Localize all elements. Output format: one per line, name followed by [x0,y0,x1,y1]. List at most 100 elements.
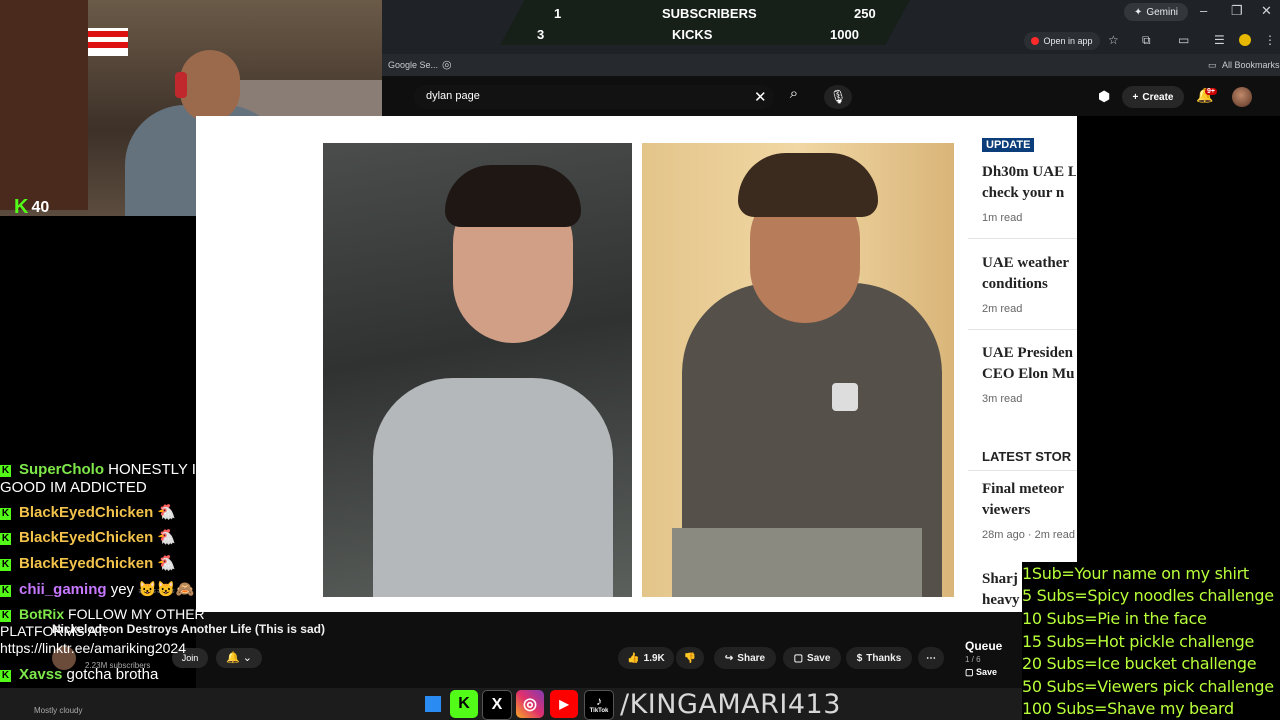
news-item[interactable]: UAE Presiden CEO Elon Mu 3m read [982,343,1077,405]
thanks-label: Thanks [866,652,902,664]
goal-current: 3 [537,27,545,42]
gemini-button[interactable]: ✦ Gemini [1124,3,1188,21]
goal-target: 1000 [830,27,859,42]
boy-shirt [373,378,613,597]
stream-goal-overlay: 1 SUBSCRIBERS 250 3 KICKS 1000 [500,0,910,45]
reading-list-icon[interactable]: ☰ [1214,33,1225,47]
challenge-item: 15 Subs=Hot pickle challenge [1022,632,1255,651]
thumbs-down-icon: 👎 [683,652,697,664]
chat-message: K SuperCholo HONESTLY IT IS SO GOOD IM AD… [0,461,258,497]
goal-label: SUBSCRIBERS [662,6,757,21]
news-item[interactable]: Final meteor viewers 28m ago · 2m read [982,479,1077,541]
queue-save-label: Save [976,667,998,677]
goal-current: 1 [554,6,562,21]
extensions-icon[interactable]: ⧉ [1142,33,1151,47]
update-badge: UPDATE [982,138,1035,152]
search-input[interactable]: dylan page ✕ [414,85,774,109]
challenge-item: 5 Subs=Spicy noodles challenge [1022,586,1274,605]
news-title: Dh30m UAE L [982,164,1076,180]
clear-search-icon[interactable]: ✕ [754,88,767,106]
queue-panel[interactable]: Queue 1 / 6 ▢ Save [955,630,1015,688]
boy-hair [445,165,581,227]
cast-tab-icon[interactable]: ▭ [1178,33,1189,47]
chat-username[interactable]: chii_gaming [19,581,107,598]
news-item[interactable]: UAE weather conditions 2m read [982,253,1077,315]
tiktok-label: TikTok [589,708,609,714]
save-playlist-icon: ▢ [793,652,804,664]
news-title: check your n [982,185,1065,201]
share-button[interactable]: ↪ Share [714,647,776,669]
all-bookmarks-link[interactable]: All Bookmarks [1222,60,1280,70]
create-button[interactable]: + Create [1122,86,1184,108]
news-meta: 1m read [982,212,1023,224]
share-label: Share [737,652,766,664]
folder-icon: ▭ [1208,60,1217,70]
kick-badge-icon: K [0,559,11,571]
weather-label: Mostly cloudy [34,706,83,715]
goal-row-kicks: 3 KICKS 1000 [500,24,910,44]
bookmark-star-icon[interactable]: ☆ [1108,33,1119,47]
kick-badge-icon: K [0,585,11,597]
account-avatar[interactable] [1232,87,1252,107]
chat-username[interactable]: Xavss [19,666,62,683]
restore-icon[interactable]: ❐ [1231,4,1243,18]
microphone-icon[interactable]: 🎙 [824,85,852,109]
news-title: UAE weather [982,255,1070,271]
like-button[interactable]: 👍 1.9K [618,647,674,669]
youtube-icon: ▶ [550,690,578,718]
thanks-button[interactable]: $ Thanks [846,647,912,669]
goal-row-subscribers: 1 SUBSCRIBERS 250 [500,3,910,23]
notification-badge: 9+ [1205,88,1217,95]
thanks-icon: $ [856,652,863,664]
dresser [0,0,88,210]
chat-message: K BlackEyedChicken 🐔 [0,503,176,521]
kick-badge-icon: K [0,508,11,520]
challenge-item: 20 Subs=Ice bucket challenge [1022,654,1257,673]
man-hair [738,153,878,217]
save-label: Save [807,652,831,664]
man-pants [672,528,922,597]
tiktok-icon: ♪ TikTok [584,690,614,720]
profile-icon[interactable] [1239,34,1251,46]
news-item[interactable]: Dh30m UAE L check your n 1m read [982,162,1077,224]
like-count: 1.9K [643,652,665,664]
chat-username[interactable]: BlackEyedChicken [19,555,153,572]
chat-username[interactable]: BlackEyedChicken [19,529,153,546]
chat-text: gotcha brotha [66,666,159,683]
globe-icon[interactable]: ◎ [442,58,452,71]
divider [968,329,1077,330]
news-title: viewers [982,502,1031,518]
more-actions-button[interactable]: ⋯ [918,647,944,669]
dislike-button[interactable]: 👎 [676,647,704,669]
puerto-rico-flag [88,28,128,56]
queue-save-button[interactable]: ▢ Save [965,667,1015,678]
chat-username[interactable]: BlackEyedChicken [19,504,153,521]
chat-message: K BlackEyedChicken 🐔 [0,528,176,546]
queue-position: 1 / 6 [965,655,981,664]
search-icon[interactable]: ⌕ [780,85,808,109]
video-frame-photo-right [642,143,954,597]
cast-icon[interactable]: ⬢ [1098,88,1110,105]
chat-username[interactable]: BotRix [19,606,64,622]
save-playlist-icon: ▢ [965,667,974,677]
goal-label: KICKS [672,27,713,42]
menu-dots-icon[interactable]: ⋮ [1264,33,1276,47]
create-label: Create [1142,91,1174,103]
gemini-icon: ✦ [1133,6,1143,18]
chat-text: 🐔 [157,504,177,521]
open-in-app-button[interactable]: Open in app [1024,32,1100,50]
goal-target: 250 [854,6,876,21]
news-meta: 2m read [982,303,1023,315]
plus-icon: + [1132,91,1139,103]
chat-username[interactable]: SuperCholo [19,461,104,478]
bookmark-google-search[interactable]: Google Se... [388,60,438,70]
social-handle: /KINGAMARI413 [620,689,841,720]
save-button[interactable]: ▢ Save [783,647,841,669]
queue-title: Queue [965,639,1003,653]
minimize-icon[interactable]: – [1200,4,1207,18]
x-icon: X [482,690,512,720]
news-title: Final meteor [982,481,1065,497]
close-window-icon[interactable]: ✕ [1261,4,1272,18]
news-title: conditions [982,276,1048,292]
kick-count: 40 [31,198,50,216]
